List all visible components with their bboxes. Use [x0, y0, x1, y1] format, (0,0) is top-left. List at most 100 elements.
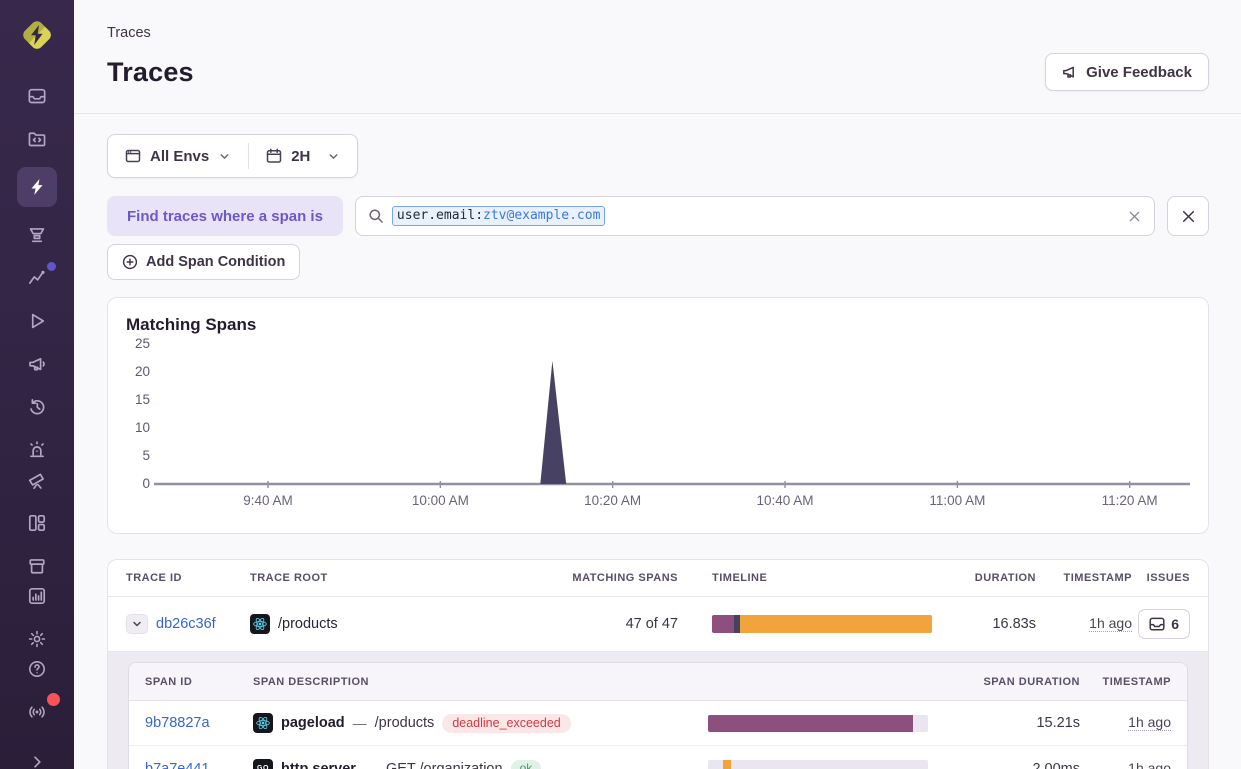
span-duration: 15.21s	[1036, 715, 1080, 731]
span-timeline-bar[interactable]	[708, 760, 928, 769]
sidebar-item-traces[interactable]	[17, 167, 57, 207]
col-span-id: SPAN ID	[145, 676, 253, 688]
funnel-projector-icon	[28, 226, 46, 244]
issues-icon	[28, 87, 46, 105]
sidebar-item-issues[interactable]	[20, 81, 54, 111]
sidebar-item-settings[interactable]	[20, 624, 54, 654]
matching-spans-chart[interactable]: 05101520259:40 AM10:00 AM10:20 AM10:40 A…	[124, 343, 1194, 513]
search-token[interactable]: user.email:ztv@example.com	[392, 206, 606, 226]
y-axis-tick-label: 15	[124, 392, 150, 407]
megaphone-icon	[28, 355, 46, 373]
whats-new-notification-dot	[47, 693, 60, 706]
react-platform-icon	[250, 614, 270, 634]
span-condition-row: Find traces where a span is user.email:z…	[107, 196, 1209, 236]
sidebar	[0, 0, 74, 769]
add-span-condition-button[interactable]: Add Span Condition	[107, 244, 300, 280]
sidebar-item-metrics[interactable]	[20, 263, 54, 293]
sidebar-item-user-feedback[interactable]	[20, 349, 54, 379]
trace-root-label: /products	[278, 616, 338, 632]
span-separator: —	[353, 715, 367, 731]
page-header: Traces Traces Give Feedback	[74, 0, 1241, 114]
sidebar-collapse-button[interactable]	[29, 754, 45, 769]
sidebar-item-replays[interactable]	[20, 306, 54, 336]
sidebar-item-whats-new[interactable]	[20, 697, 54, 727]
time-range-filter-label: 2H	[291, 148, 310, 165]
go-platform-icon: GO	[253, 759, 273, 769]
add-span-condition-label: Add Span Condition	[146, 254, 285, 270]
y-axis-tick-label: 0	[124, 476, 150, 491]
sidebar-item-help[interactable]	[20, 654, 54, 684]
x-axis-tick-label: 11:00 AM	[912, 493, 1002, 508]
x-axis-tick-label: 10:20 AM	[568, 493, 658, 508]
span-description: GET /organization	[386, 761, 503, 769]
siren-icon	[28, 441, 46, 459]
give-feedback-label: Give Feedback	[1086, 64, 1192, 81]
stats-bars-icon	[28, 587, 46, 605]
sidebar-item-discover[interactable]	[20, 465, 54, 495]
issues-icon	[1149, 616, 1165, 632]
chart-title: Matching Spans	[108, 298, 1208, 335]
spans-table: SPAN ID SPAN DESCRIPTION SPAN DURATION T…	[128, 662, 1188, 769]
sidebar-item-stats[interactable]	[20, 581, 54, 611]
span-timestamp[interactable]: 1h ago	[1128, 714, 1171, 731]
calendar-icon	[266, 148, 282, 164]
span-op: http.server	[281, 761, 356, 769]
chevron-down-icon	[327, 150, 340, 163]
search-token-value: ztv@example.com	[483, 208, 600, 223]
sidebar-item-alerts[interactable]	[20, 435, 54, 465]
span-timestamp[interactable]: 1h ago	[1128, 760, 1171, 769]
breadcrumb[interactable]: Traces	[107, 25, 1209, 41]
col-timeline: TIMELINE	[712, 572, 942, 584]
sidebar-item-projects[interactable]	[20, 124, 54, 154]
sentry-logo[interactable]	[18, 16, 56, 59]
span-description: /products	[375, 715, 435, 731]
matching-spans-value: 47 of 47	[626, 616, 678, 632]
col-span-timestamp: TIMESTAMP	[1103, 676, 1171, 688]
trace-issues-button[interactable]: 6	[1138, 609, 1190, 639]
trace-issues-count: 6	[1171, 616, 1179, 632]
close-icon	[1127, 209, 1142, 224]
col-span-description: SPAN DESCRIPTION	[253, 676, 708, 688]
matching-spans-chart-panel: Matching Spans 05101520259:40 AM10:00 AM…	[107, 297, 1209, 534]
sidebar-item-history[interactable]	[20, 392, 54, 422]
spans-table-header: SPAN ID SPAN DESCRIPTION SPAN DURATION T…	[129, 663, 1187, 701]
span-timeline-bar[interactable]	[708, 715, 928, 732]
x-axis-tick-label: 9:40 AM	[223, 493, 313, 508]
play-icon	[28, 312, 46, 330]
y-axis-tick-label: 25	[124, 336, 150, 351]
span-separator: —	[364, 761, 378, 769]
broadcast-icon	[28, 703, 46, 721]
span-status-badge: ok	[511, 760, 542, 769]
span-search-input[interactable]: user.email:ztv@example.com	[355, 196, 1155, 236]
trace-timeline-bar[interactable]	[712, 615, 932, 633]
time-range-filter[interactable]: 2H	[249, 135, 357, 177]
trace-timestamp[interactable]: 1h ago	[1089, 615, 1132, 632]
trace-id-link[interactable]: db26c36f	[156, 616, 216, 632]
close-icon	[1180, 208, 1197, 225]
span-op: pageload	[281, 715, 345, 731]
col-span-duration: SPAN DURATION	[983, 676, 1080, 688]
lightning-bolt-icon	[28, 178, 46, 196]
span-id-link[interactable]: 9b78827a	[145, 715, 210, 731]
sidebar-item-dashboards[interactable]	[20, 508, 54, 538]
x-axis-tick-label: 10:40 AM	[740, 493, 830, 508]
collapse-trace-button[interactable]	[126, 614, 148, 634]
y-axis-tick-label: 5	[124, 448, 150, 463]
plus-circle-icon	[122, 254, 138, 270]
clear-search-button[interactable]	[1127, 209, 1142, 224]
col-timestamp: TIMESTAMP	[1064, 572, 1132, 584]
filter-group: All Envs 2H	[107, 134, 358, 178]
sidebar-item-releases[interactable]	[20, 551, 54, 581]
span-id-link[interactable]: b7a7e441	[145, 761, 210, 769]
span-duration: 2.00ms	[1032, 761, 1080, 769]
environment-filter[interactable]: All Envs	[108, 135, 248, 177]
col-duration: DURATION	[975, 572, 1036, 584]
code-folder-icon	[28, 130, 46, 148]
gear-icon	[28, 630, 46, 648]
col-trace-id: TRACE ID	[126, 572, 250, 584]
environment-filter-label: All Envs	[150, 148, 209, 165]
search-icon	[368, 208, 384, 224]
give-feedback-button[interactable]: Give Feedback	[1045, 53, 1209, 91]
remove-condition-button[interactable]	[1167, 196, 1209, 236]
sidebar-item-insights[interactable]	[20, 220, 54, 250]
